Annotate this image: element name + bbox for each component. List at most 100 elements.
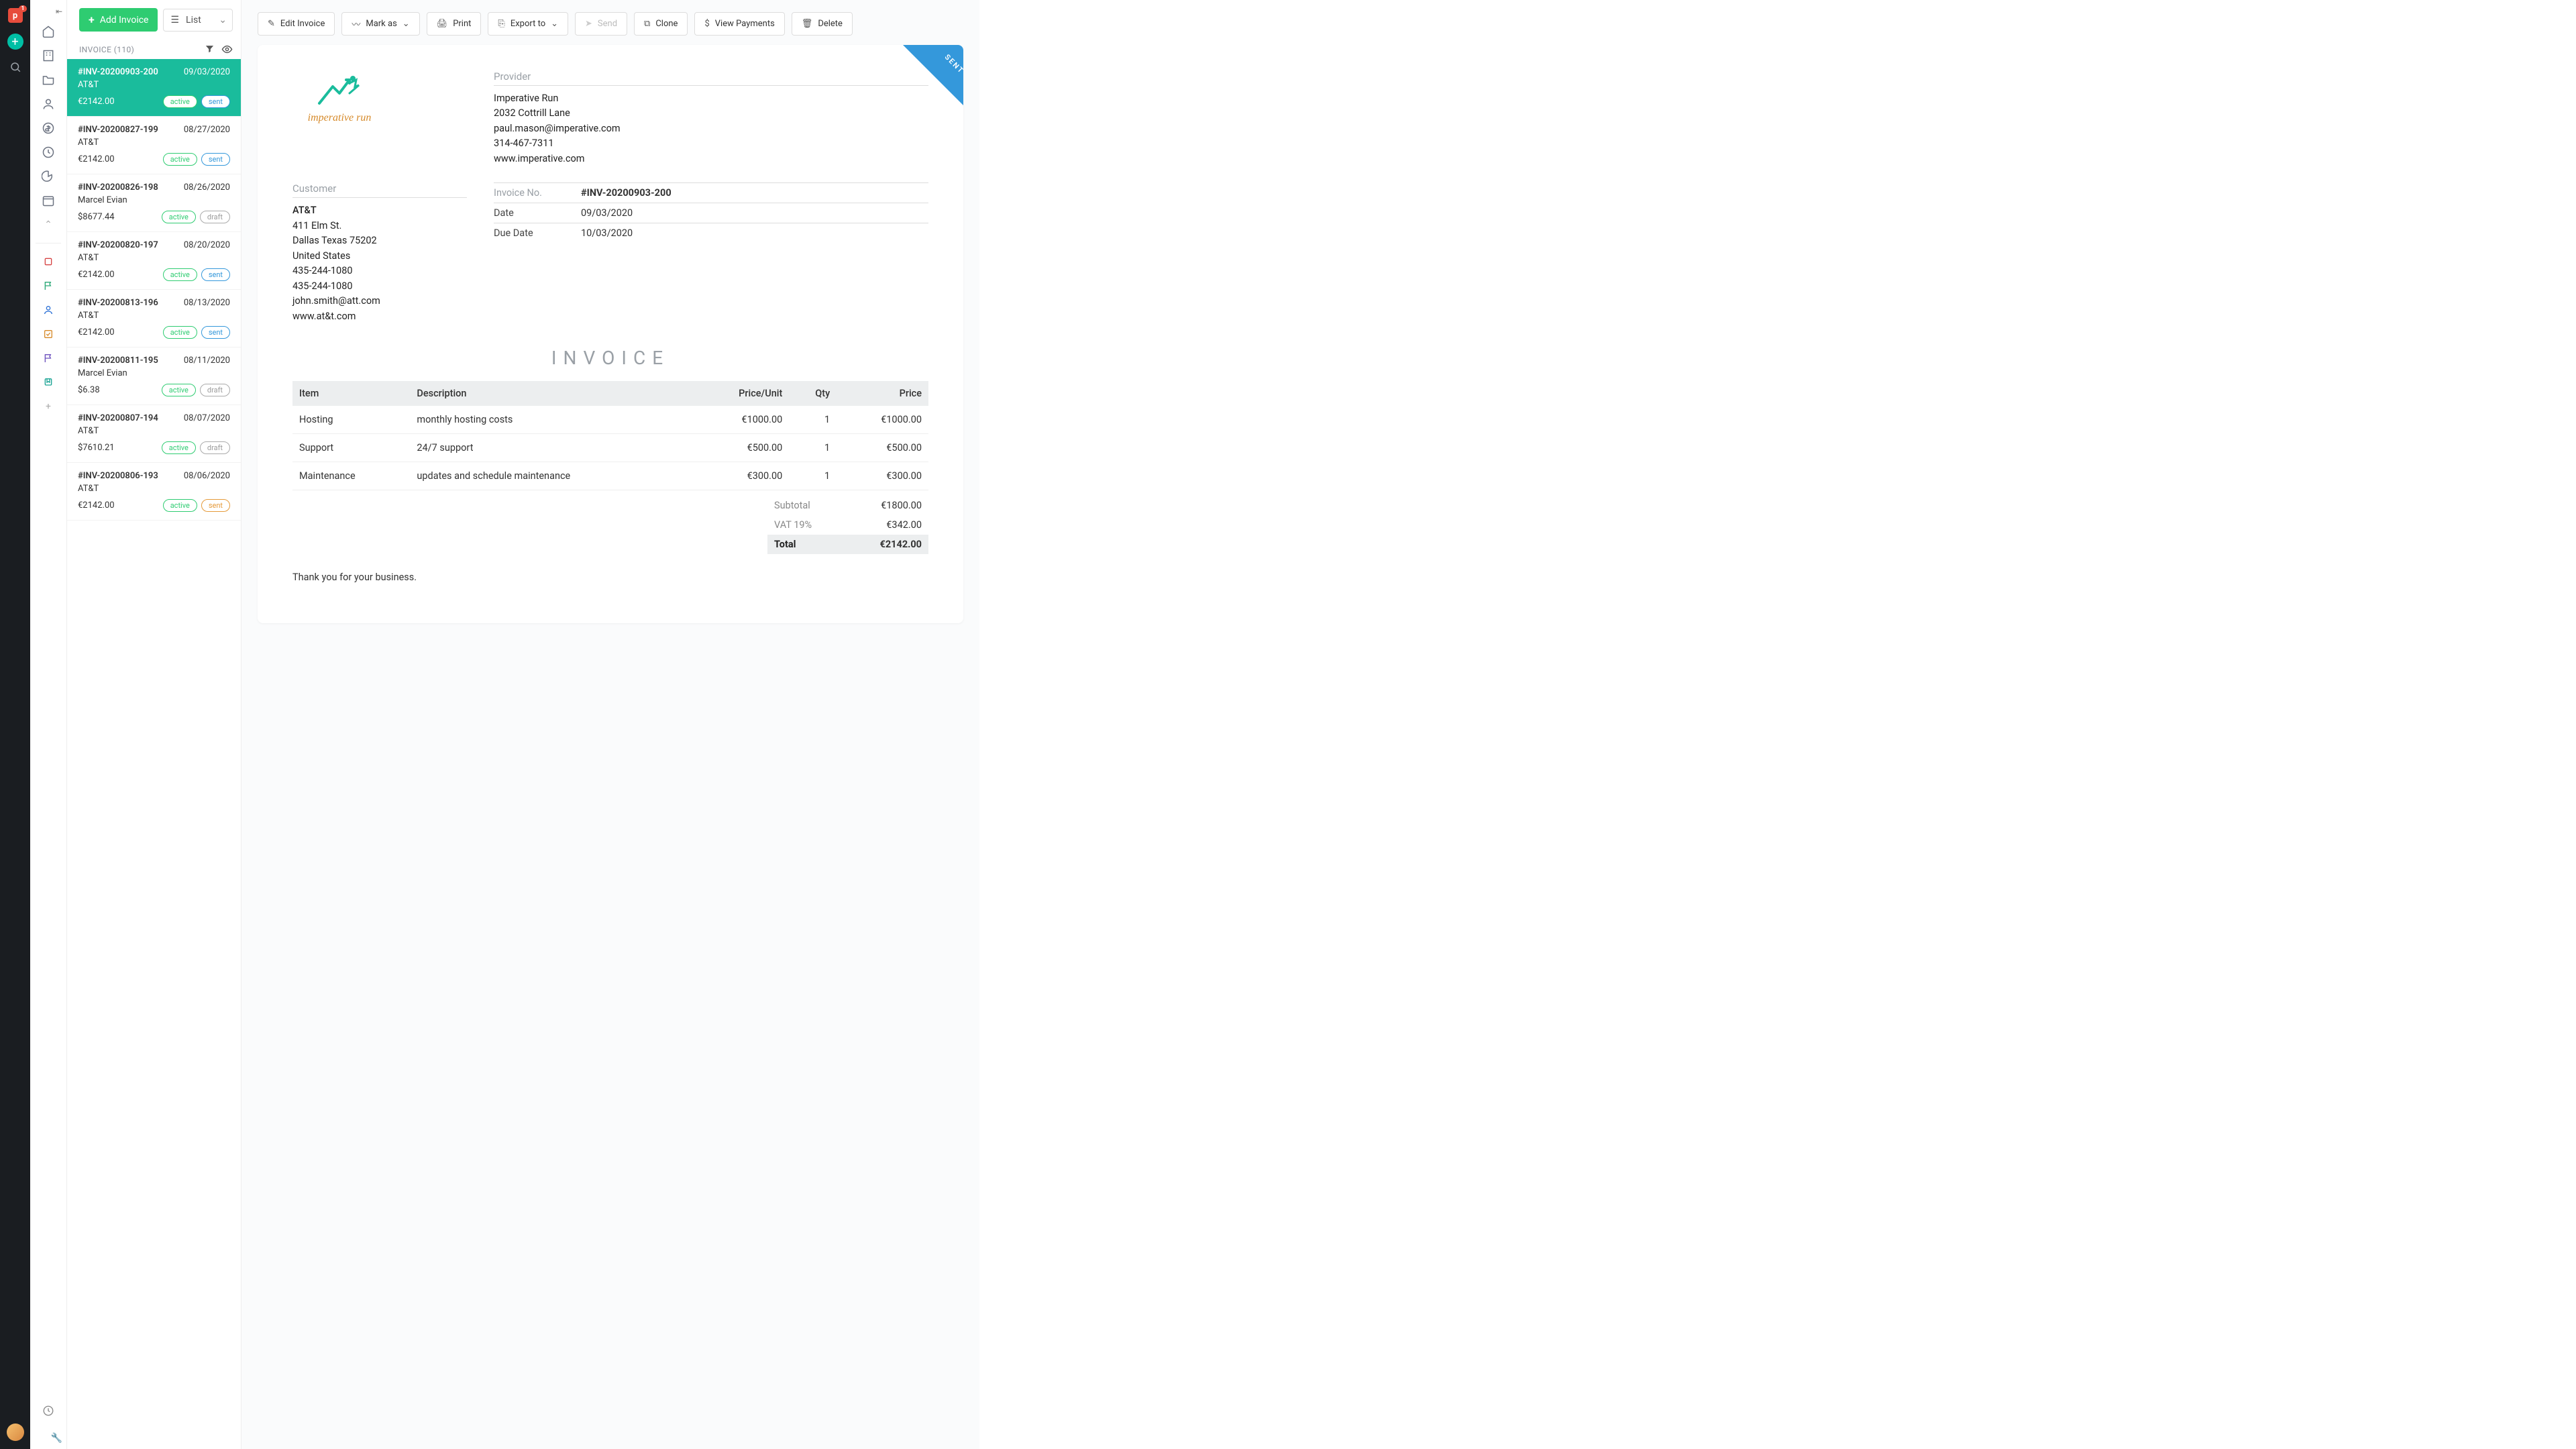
person-blue-icon[interactable]	[40, 301, 57, 319]
export-button[interactable]: ⎘Export to⌄	[488, 12, 568, 36]
invno-value: #INV-20200903-200	[581, 187, 672, 199]
table-row: Support24/7 support€500.001€500.00	[292, 434, 928, 462]
nav-rail: p +	[0, 0, 30, 1449]
quick-add-button[interactable]: +	[7, 34, 23, 50]
add-module-icon[interactable]: +	[40, 398, 57, 415]
add-invoice-button[interactable]: +Add Invoice	[79, 8, 158, 32]
invoice-list-item[interactable]: #INV-20200826-19808/26/2020Marcel Evian$…	[67, 174, 241, 232]
list-panel: +Add Invoice ☰ List ⌄ INVOICE (110) #INV…	[67, 0, 241, 1449]
send-button: ➤Send	[575, 12, 627, 36]
list-item-customer: AT&T	[78, 311, 230, 321]
folder-icon[interactable]	[40, 71, 57, 89]
reports-icon[interactable]	[40, 168, 57, 185]
list-item-customer: AT&T	[78, 80, 230, 90]
building-icon[interactable]	[40, 47, 57, 64]
user-avatar[interactable]	[7, 1424, 24, 1441]
cell-pu: €300.00	[692, 462, 789, 490]
search-icon[interactable]	[7, 59, 23, 75]
invoice-list-item[interactable]: #INV-20200806-19308/06/2020AT&T€2142.00a…	[67, 463, 241, 521]
edit-invoice-button[interactable]: ✎Edit Invoice	[258, 12, 335, 36]
chip-sent: sent	[201, 95, 230, 108]
list-item-customer: AT&T	[78, 426, 230, 436]
list-icon: ☰	[170, 15, 179, 25]
home-icon[interactable]	[40, 23, 57, 40]
filter-icon[interactable]	[205, 44, 215, 55]
list-item-number: #INV-20200820-197	[78, 240, 158, 250]
cell-item: Maintenance	[292, 462, 410, 490]
customer-phone2: 435-244-1080	[292, 279, 467, 294]
print-button[interactable]: 🖨Print	[427, 12, 482, 36]
provider-phone: 314-467-7311	[494, 136, 928, 151]
cell-desc: monthly hosting costs	[410, 406, 692, 434]
list-item-number: #INV-20200807-194	[78, 413, 158, 423]
dollar-icon: $	[704, 19, 709, 29]
view-payments-button[interactable]: $View Payments	[694, 12, 784, 36]
list-item-amount: €2142.00	[78, 154, 115, 164]
brand-name: imperative run	[308, 112, 372, 124]
invoice-list-item[interactable]: #INV-20200807-19408/07/2020AT&T$7610.21a…	[67, 405, 241, 463]
cell-item: Support	[292, 434, 410, 462]
customer-city: Dallas Texas 75202	[292, 233, 467, 248]
list-item-customer: AT&T	[78, 253, 230, 263]
chip-sent: sent	[201, 153, 230, 166]
money-icon[interactable]	[40, 119, 57, 137]
list-header: INVOICE (110)	[67, 38, 241, 59]
chip-active: active	[162, 211, 196, 223]
flag-purple-icon[interactable]	[40, 350, 57, 367]
list-item-date: 08/07/2020	[184, 413, 230, 423]
provider-email: paul.mason@imperative.com	[494, 121, 928, 136]
cell-desc: 24/7 support	[410, 434, 692, 462]
vat-value: €342.00	[886, 519, 922, 531]
date-label: Date	[494, 207, 581, 219]
view-mode-value: List	[186, 15, 219, 25]
list-item-date: 08/27/2020	[184, 125, 230, 135]
invoice-list-item[interactable]: #INV-20200813-19608/13/2020AT&T€2142.00a…	[67, 290, 241, 347]
clone-button[interactable]: ⧉Clone	[634, 12, 688, 36]
cell-price: €500.00	[837, 434, 928, 462]
invoice-list-item[interactable]: #INV-20200903-20009/03/2020AT&T€2142.00a…	[67, 59, 241, 117]
chip-active: active	[163, 95, 197, 108]
invoice-list-item[interactable]: #INV-20200827-19908/27/2020AT&T€2142.00a…	[67, 117, 241, 174]
app-logo[interactable]: p	[8, 8, 23, 23]
cell-qty: 1	[789, 434, 837, 462]
list-item-number: #INV-20200813-196	[78, 298, 158, 308]
check-box-icon[interactable]	[40, 325, 57, 343]
chip-draft: draft	[200, 211, 230, 223]
paper-plane-icon: ➤	[585, 19, 592, 29]
view-mode-select[interactable]: ☰ List ⌄	[163, 9, 233, 32]
document-title: INVOICE	[292, 347, 928, 369]
bookmark-icon[interactable]	[40, 374, 57, 391]
chip-draft: draft	[200, 384, 230, 396]
chip-draft: draft	[200, 441, 230, 454]
cell-price: €1000.00	[837, 406, 928, 434]
flag-green-icon[interactable]	[40, 277, 57, 294]
cell-pu: €500.00	[692, 434, 789, 462]
clock-icon[interactable]	[40, 144, 57, 161]
list-item-amount: $6.38	[78, 385, 100, 395]
list-item-customer: AT&T	[78, 138, 230, 148]
collapse-up-icon[interactable]: ⌃	[40, 216, 57, 233]
brand-logo-icon	[316, 73, 363, 107]
module-sidebar: ⇤ ⌃ + 🔧	[30, 0, 67, 1449]
cell-item: Hosting	[292, 406, 410, 434]
contacts-icon[interactable]	[40, 95, 57, 113]
recent-icon[interactable]	[40, 1402, 57, 1419]
calendar-icon[interactable]	[40, 192, 57, 209]
chip-active: active	[163, 268, 197, 281]
invoice-list-item[interactable]: #INV-20200820-19708/20/2020AT&T€2142.00a…	[67, 232, 241, 290]
export-icon: ⎘	[498, 19, 504, 29]
chevron-down-icon: ⌄	[551, 19, 558, 29]
list-item-customer: Marcel Evian	[78, 368, 230, 378]
col-pu: Price/Unit	[692, 381, 789, 406]
total-label: Total	[774, 539, 880, 550]
eye-icon[interactable]	[221, 44, 233, 55]
invoice-list-item[interactable]: #INV-20200811-19508/11/2020Marcel Evian$…	[67, 347, 241, 405]
date-value: 09/03/2020	[581, 207, 633, 219]
settings-wrench-icon[interactable]: 🔧	[51, 1433, 62, 1444]
mark-as-button[interactable]: 〰Mark as⌄	[341, 12, 419, 36]
main-area: ✎Edit Invoice 〰Mark as⌄ 🖨Print ⎘Export t…	[241, 0, 979, 1449]
collapse-icon[interactable]: ⇤	[56, 7, 62, 16]
stop-icon[interactable]	[40, 253, 57, 270]
action-toolbar: ✎Edit Invoice 〰Mark as⌄ 🖨Print ⎘Export t…	[258, 12, 963, 36]
delete-button[interactable]: 🗑Delete	[792, 12, 853, 36]
